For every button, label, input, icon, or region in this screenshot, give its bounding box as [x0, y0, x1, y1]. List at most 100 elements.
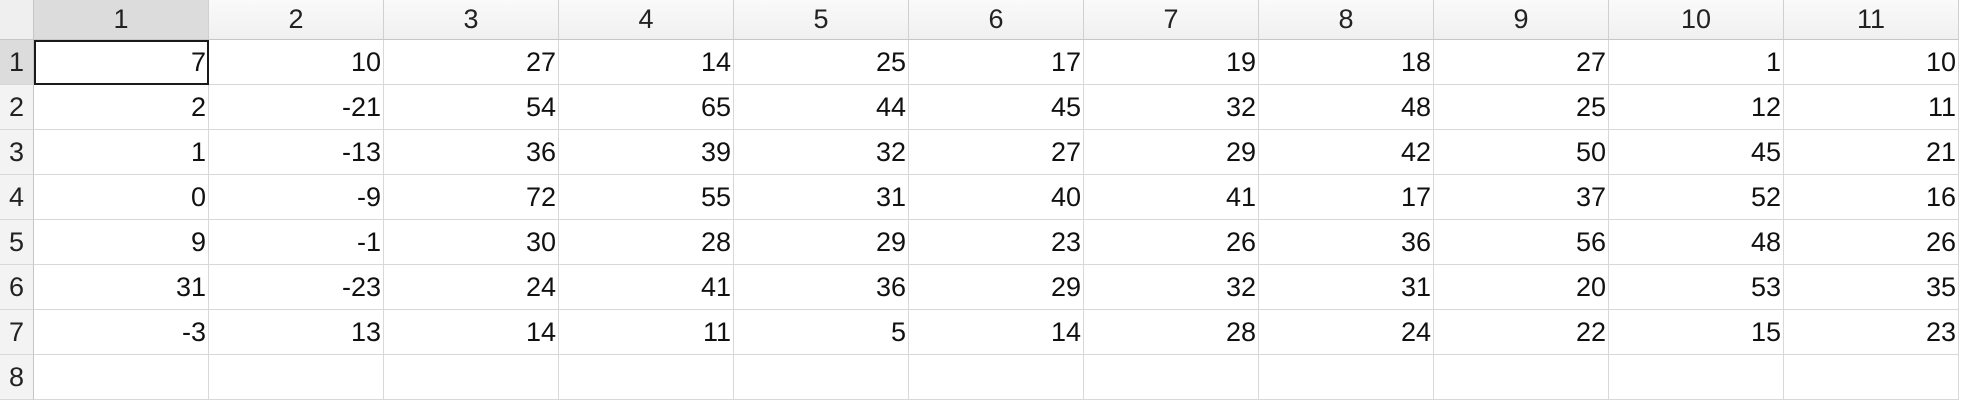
table-cell[interactable]: [209, 355, 384, 400]
table-cell[interactable]: [34, 355, 209, 400]
column-header-7[interactable]: 7: [1084, 0, 1259, 40]
table-cell[interactable]: 32: [734, 130, 909, 175]
table-cell[interactable]: [1434, 355, 1609, 400]
table-cell[interactable]: 65: [559, 85, 734, 130]
table-cell[interactable]: 48: [1609, 220, 1784, 265]
table-cell[interactable]: 14: [384, 310, 559, 355]
table-cell[interactable]: 0: [34, 175, 209, 220]
table-cell[interactable]: 30: [384, 220, 559, 265]
row-header-4[interactable]: 4: [0, 175, 34, 220]
column-header-1[interactable]: 1: [34, 0, 209, 40]
table-cell[interactable]: 36: [384, 130, 559, 175]
table-cell[interactable]: 24: [384, 265, 559, 310]
column-header-9[interactable]: 9: [1434, 0, 1609, 40]
table-cell[interactable]: 22: [1434, 310, 1609, 355]
table-cell[interactable]: -21: [209, 85, 384, 130]
row-header-6[interactable]: 6: [0, 265, 34, 310]
column-header-10[interactable]: 10: [1609, 0, 1784, 40]
table-cell[interactable]: 44: [734, 85, 909, 130]
table-cell[interactable]: 26: [1784, 220, 1959, 265]
table-cell[interactable]: 11: [1784, 85, 1959, 130]
table-cell[interactable]: 23: [909, 220, 1084, 265]
table-cell[interactable]: 18: [1259, 40, 1434, 85]
table-cell[interactable]: 27: [384, 40, 559, 85]
table-cell[interactable]: -13: [209, 130, 384, 175]
row-header-1[interactable]: 1: [0, 40, 34, 85]
table-cell[interactable]: -9: [209, 175, 384, 220]
table-cell[interactable]: 29: [909, 265, 1084, 310]
table-cell[interactable]: 17: [1259, 175, 1434, 220]
row-header-5[interactable]: 5: [0, 220, 34, 265]
select-all-corner[interactable]: [0, 0, 34, 40]
table-cell[interactable]: 2: [34, 85, 209, 130]
table-cell[interactable]: 9: [34, 220, 209, 265]
table-cell[interactable]: [1084, 355, 1259, 400]
table-cell[interactable]: 72: [384, 175, 559, 220]
table-cell[interactable]: 25: [734, 40, 909, 85]
table-cell[interactable]: 27: [909, 130, 1084, 175]
table-cell[interactable]: 50: [1434, 130, 1609, 175]
table-cell[interactable]: 26: [1084, 220, 1259, 265]
table-cell[interactable]: 19: [1084, 40, 1259, 85]
table-cell[interactable]: 5: [734, 310, 909, 355]
table-cell[interactable]: 27: [1434, 40, 1609, 85]
table-cell[interactable]: 36: [734, 265, 909, 310]
column-header-6[interactable]: 6: [909, 0, 1084, 40]
table-cell[interactable]: 39: [559, 130, 734, 175]
column-header-4[interactable]: 4: [559, 0, 734, 40]
table-cell[interactable]: 42: [1259, 130, 1434, 175]
table-cell[interactable]: 52: [1609, 175, 1784, 220]
table-cell[interactable]: 24: [1259, 310, 1434, 355]
table-cell[interactable]: 14: [909, 310, 1084, 355]
table-cell[interactable]: 16: [1784, 175, 1959, 220]
table-cell[interactable]: 55: [559, 175, 734, 220]
table-cell[interactable]: 31: [34, 265, 209, 310]
table-cell[interactable]: 17: [909, 40, 1084, 85]
table-cell[interactable]: 25: [1434, 85, 1609, 130]
table-cell[interactable]: 11: [559, 310, 734, 355]
table-cell[interactable]: 28: [559, 220, 734, 265]
table-cell[interactable]: 21: [1784, 130, 1959, 175]
column-header-5[interactable]: 5: [734, 0, 909, 40]
table-cell[interactable]: 23: [1784, 310, 1959, 355]
table-cell[interactable]: 15: [1609, 310, 1784, 355]
row-header-3[interactable]: 3: [0, 130, 34, 175]
table-cell[interactable]: 53: [1609, 265, 1784, 310]
row-header-2[interactable]: 2: [0, 85, 34, 130]
table-cell[interactable]: 41: [1084, 175, 1259, 220]
selected-cell[interactable]: 7: [34, 40, 209, 85]
table-cell[interactable]: 40: [909, 175, 1084, 220]
row-header-8[interactable]: 8: [0, 355, 34, 400]
table-cell[interactable]: 10: [209, 40, 384, 85]
table-cell[interactable]: 12: [1609, 85, 1784, 130]
table-cell[interactable]: 10: [1784, 40, 1959, 85]
table-cell[interactable]: [734, 355, 909, 400]
table-cell[interactable]: 56: [1434, 220, 1609, 265]
table-cell[interactable]: [559, 355, 734, 400]
table-cell[interactable]: 35: [1784, 265, 1959, 310]
table-cell[interactable]: 14: [559, 40, 734, 85]
table-cell[interactable]: 41: [559, 265, 734, 310]
table-cell[interactable]: 20: [1434, 265, 1609, 310]
table-cell[interactable]: [1259, 355, 1434, 400]
table-cell[interactable]: -23: [209, 265, 384, 310]
table-cell[interactable]: 45: [1609, 130, 1784, 175]
table-cell[interactable]: 45: [909, 85, 1084, 130]
column-header-3[interactable]: 3: [384, 0, 559, 40]
table-cell[interactable]: -3: [34, 310, 209, 355]
table-cell[interactable]: 29: [734, 220, 909, 265]
table-cell[interactable]: 48: [1259, 85, 1434, 130]
table-cell[interactable]: [1784, 355, 1959, 400]
table-cell[interactable]: 29: [1084, 130, 1259, 175]
table-cell[interactable]: -1: [209, 220, 384, 265]
table-cell[interactable]: 32: [1084, 85, 1259, 130]
table-cell[interactable]: 37: [1434, 175, 1609, 220]
table-cell[interactable]: 1: [1609, 40, 1784, 85]
column-header-2[interactable]: 2: [209, 0, 384, 40]
table-cell[interactable]: 28: [1084, 310, 1259, 355]
table-cell[interactable]: [384, 355, 559, 400]
table-cell[interactable]: 31: [734, 175, 909, 220]
table-cell[interactable]: 54: [384, 85, 559, 130]
table-cell[interactable]: 1: [34, 130, 209, 175]
table-cell[interactable]: 13: [209, 310, 384, 355]
